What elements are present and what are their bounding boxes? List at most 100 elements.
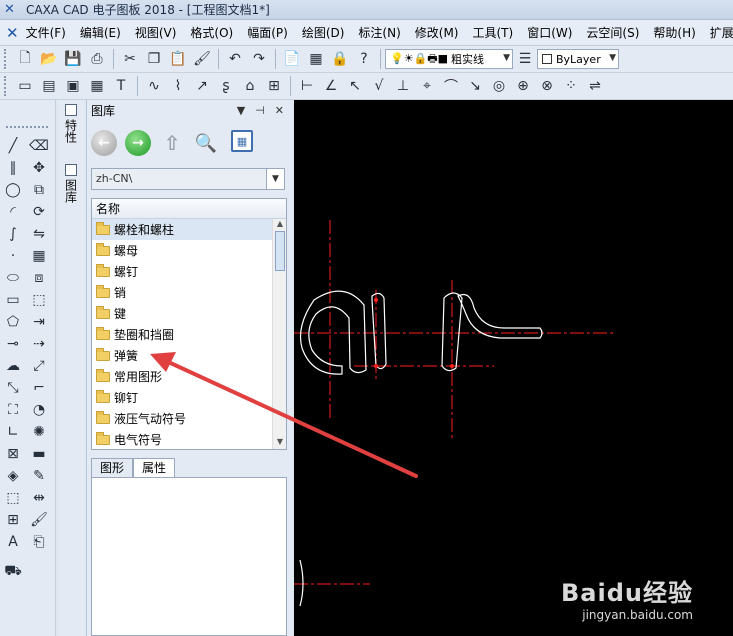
cut-icon[interactable]: ✂ xyxy=(119,48,141,70)
chamfer-icon[interactable]: ⌐ xyxy=(28,378,50,398)
title-block-icon[interactable]: ▤ xyxy=(38,75,60,97)
menu-sheet[interactable]: 幅面(P) xyxy=(240,22,295,44)
menu-cloud[interactable]: 云空间(S) xyxy=(579,22,646,44)
dwg-export-icon[interactable]: ▦ xyxy=(305,48,327,70)
balloon-icon[interactable]: ◎ xyxy=(488,75,510,97)
wave-line-icon[interactable]: ∿ xyxy=(143,75,165,97)
scrollbar-thumb[interactable] xyxy=(275,231,285,271)
hatch-tool-icon[interactable]: ⛶ xyxy=(2,400,24,420)
list-item[interactable]: 键 xyxy=(92,303,286,324)
ellipse-icon[interactable]: ⬭ xyxy=(2,268,24,288)
list-item[interactable]: 垫圈和挡圈 xyxy=(92,324,286,345)
linetype-combo[interactable]: 💡☀🔒🖶■ 粗实线 ▼ xyxy=(385,49,513,69)
text-frame-icon[interactable]: T xyxy=(110,75,132,97)
eraser-icon[interactable]: ▬ xyxy=(28,444,50,464)
toolbar-grip[interactable] xyxy=(4,49,10,69)
list-item[interactable]: 液压气动符号 xyxy=(92,408,286,429)
search-button[interactable]: 🔍 xyxy=(193,130,219,156)
forward-button[interactable]: → xyxy=(125,130,151,156)
weld-icon[interactable]: ⌒ xyxy=(440,75,462,97)
block-icon[interactable]: ⊞ xyxy=(263,75,285,97)
centerline-icon[interactable]: ⊸ xyxy=(2,334,24,354)
leader-icon[interactable]: ↘ xyxy=(464,75,486,97)
list-item[interactable]: 销 xyxy=(92,282,286,303)
list-item[interactable]: 螺栓和螺柱 xyxy=(92,219,286,240)
menu-tools[interactable]: 工具(T) xyxy=(465,22,520,44)
explode-icon[interactable]: ✺ xyxy=(28,422,50,442)
parallel-line-icon[interactable]: ∥ xyxy=(2,158,24,178)
menu-extend[interactable]: 扩展 xyxy=(703,22,733,44)
move-icon[interactable]: ✥ xyxy=(28,158,50,178)
list-item[interactable]: 螺母 xyxy=(92,240,286,261)
back-button[interactable]: ← xyxy=(91,130,117,156)
undo-icon[interactable]: ↶ xyxy=(224,48,246,70)
lock-icon[interactable]: 🔒 xyxy=(329,48,351,70)
mirror-icon[interactable]: ⇌ xyxy=(584,75,606,97)
cloud-line-icon[interactable]: ☁ xyxy=(2,356,24,376)
insert-image-icon[interactable]: ⎗ xyxy=(28,532,50,552)
close-icon[interactable]: ✕ xyxy=(275,104,284,117)
format-painter-icon[interactable]: 🖌 xyxy=(191,48,213,70)
break-icon[interactable]: ⇢ xyxy=(28,334,50,354)
save-icon[interactable]: 💾 xyxy=(62,48,84,70)
redo-icon[interactable]: ↷ xyxy=(248,48,270,70)
hole-icon[interactable]: ⊗ xyxy=(536,75,558,97)
chevron-down-icon[interactable]: ▼ xyxy=(266,169,284,189)
sheet-icon[interactable]: ▣ xyxy=(62,75,84,97)
region-icon[interactable]: ⊠ xyxy=(2,444,24,464)
point-icon[interactable]: · xyxy=(2,246,24,266)
chevron-down-icon[interactable]: ▼ xyxy=(237,104,245,117)
path-combo[interactable]: zh-CN\ ▼ xyxy=(91,168,285,190)
ortho-icon[interactable]: ∟ xyxy=(2,422,24,442)
open-file-icon[interactable]: 📂 xyxy=(38,48,60,70)
drawing-canvas[interactable]: Baidu经验 jingyan.baidu.com xyxy=(294,100,733,636)
menu-help[interactable]: 帮助(H) xyxy=(646,22,702,44)
menu-dimension[interactable]: 标注(N) xyxy=(351,22,407,44)
table-icon[interactable]: ▦ xyxy=(86,75,108,97)
line-icon[interactable]: ╱ xyxy=(2,136,24,156)
list-item[interactable]: 常用图形 xyxy=(92,366,286,387)
menu-window[interactable]: 窗口(W) xyxy=(520,22,579,44)
tab-graphics[interactable]: 图形 xyxy=(91,458,134,478)
tab-attributes[interactable]: 属性 xyxy=(133,458,176,478)
angle-dimension-icon[interactable]: ∠ xyxy=(320,75,342,97)
hatch-icon[interactable]: ⌂ xyxy=(239,75,261,97)
help-icon[interactable]: ? xyxy=(353,48,375,70)
mirror-tool-icon[interactable]: ⇋ xyxy=(28,224,50,244)
scale-icon[interactable]: ⧈ xyxy=(28,268,50,288)
stretch-icon[interactable]: ⤢ xyxy=(28,356,50,376)
spline-curve-icon[interactable]: ∫ xyxy=(2,224,24,244)
arrow-icon[interactable]: ↗ xyxy=(191,75,213,97)
extend-icon[interactable]: ⇥ xyxy=(28,312,50,332)
break-line-icon[interactable]: ⌇ xyxy=(167,75,189,97)
view-mode-button[interactable]: ▦ xyxy=(231,130,253,152)
linear-dimension-icon[interactable]: ⊢ xyxy=(296,75,318,97)
array-icon[interactable]: ⁘ xyxy=(560,75,582,97)
car-icon[interactable]: ⛟ xyxy=(2,562,24,582)
spline-icon[interactable]: ʂ xyxy=(215,75,237,97)
scroll-down-icon[interactable]: ▼ xyxy=(273,437,286,449)
menu-edit[interactable]: 编辑(E) xyxy=(73,22,128,44)
layer-manager-icon[interactable]: ☰ xyxy=(514,48,536,70)
equidistant-icon[interactable]: ⤡ xyxy=(2,378,24,398)
align-icon[interactable]: ⇹ xyxy=(28,488,50,508)
rectangle-icon[interactable]: ▭ xyxy=(2,290,24,310)
paste-icon[interactable]: 📋 xyxy=(167,48,189,70)
color-combo[interactable]: ByLayer ▼ xyxy=(537,49,619,69)
tab-properties[interactable]: 特性 xyxy=(62,104,80,143)
menu-file[interactable]: 文件(F) xyxy=(19,22,73,44)
up-folder-button[interactable]: ⇧ xyxy=(159,130,185,156)
arc-icon[interactable]: ◜ xyxy=(2,202,24,222)
properties-icon[interactable]: 📄 xyxy=(281,48,303,70)
menu-format[interactable]: 格式(O) xyxy=(183,22,240,44)
boundary-icon[interactable]: ⬚ xyxy=(2,488,24,508)
scroll-up-icon[interactable]: ▲ xyxy=(273,219,286,231)
new-file-icon[interactable]: 🗋 xyxy=(14,48,36,70)
list-scrollbar[interactable]: ▲ ▼ xyxy=(272,219,286,449)
print-icon[interactable]: ⎙ xyxy=(86,48,108,70)
frame-icon[interactable]: ▭ xyxy=(14,75,36,97)
list-item[interactable]: 铆钉 xyxy=(92,387,286,408)
pencil-icon[interactable]: ✎ xyxy=(28,466,50,486)
toolbar-grip[interactable] xyxy=(4,76,10,96)
datum-icon[interactable]: ⊥ xyxy=(392,75,414,97)
